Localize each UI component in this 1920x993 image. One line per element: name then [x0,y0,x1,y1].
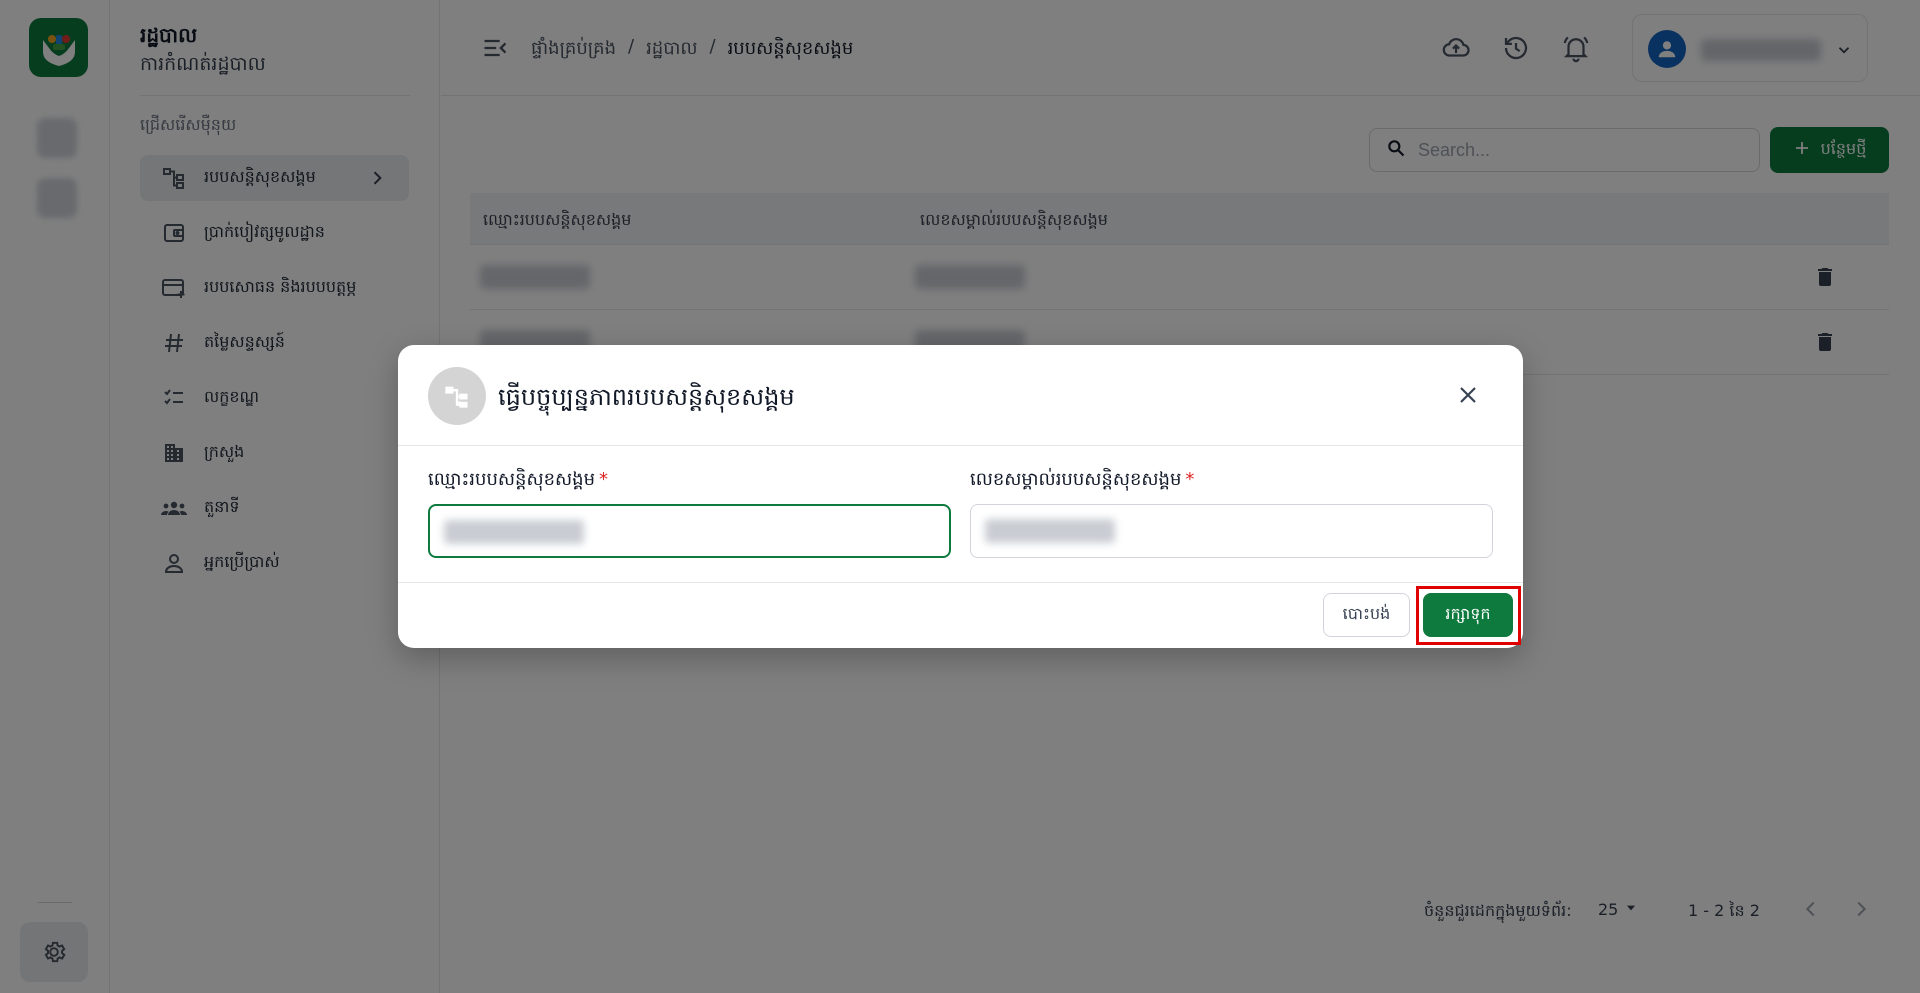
save-button-highlight: រក្សាទុក [1416,586,1521,645]
id-input[interactable] [970,504,1493,558]
field-label-name: ឈ្មោះរបបសន្តិសុខសង្គម * [428,467,608,494]
field-label-id: លេខសម្គាល់របបសន្តិសុខសង្គម * [970,467,1194,494]
dialog-divider [398,445,1523,446]
field-label-text: ឈ្មោះរបបសន្តិសុខសង្គម [428,469,595,490]
update-dialog: ធ្វើបច្ចុប្បន្នភាពរបបសន្តិសុខសង្គម ឈ្មោះ… [398,345,1523,648]
required-mark: * [599,469,608,490]
dialog-title: ធ្វើបច្ចុប្បន្នភាពរបបសន្តិសុខសង្គម [498,383,795,411]
required-mark: * [1185,469,1195,490]
dialog-header-icon [428,367,486,425]
cancel-button[interactable]: បោះបង់ [1323,593,1410,637]
dialog-divider [398,582,1523,583]
name-input[interactable] [428,504,951,558]
field-label-text: លេខសម្គាល់របបសន្តិសុខសង្គម [970,469,1182,490]
save-button[interactable]: រក្សាទុក [1423,593,1513,637]
input-value-blurred [985,519,1115,543]
hierarchy-icon [445,386,468,408]
close-icon[interactable] [1453,380,1483,410]
input-value-blurred [444,520,584,544]
